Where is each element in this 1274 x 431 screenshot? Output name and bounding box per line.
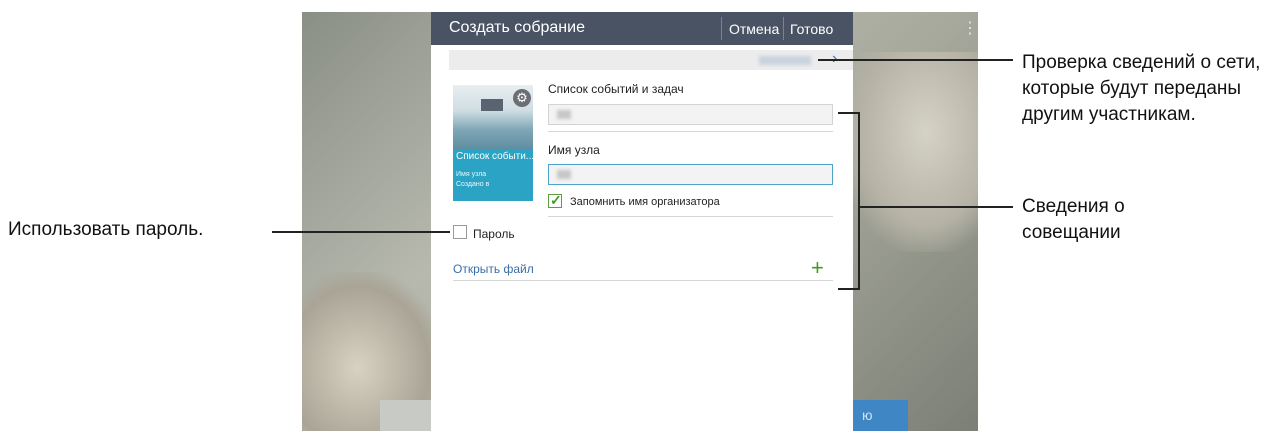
open-file-link[interactable]: Открыть файл (453, 262, 534, 276)
callout-line-password (272, 231, 450, 233)
divider (453, 280, 833, 281)
room-screen-shape (481, 99, 503, 111)
callout-network-text: Проверка сведений о сети, которые будут … (1022, 52, 1261, 125)
events-label: Список событий и задач (548, 82, 684, 96)
checkmark-icon: ✓ (550, 192, 562, 208)
host-name-label: Имя узла (548, 143, 600, 157)
done-button[interactable]: Готово (790, 21, 833, 37)
gear-icon[interactable]: ⚙ (513, 89, 531, 107)
thumbnail-title: Список событи... (456, 151, 533, 162)
remember-organizer-label: Запомнить имя организатора (570, 196, 720, 208)
network-name-blurred (759, 56, 811, 65)
thumbnail-host-label: Имя узла (456, 171, 487, 178)
events-value-blurred (557, 110, 571, 119)
overflow-menu-icon: ⋮ (962, 20, 978, 37)
callout-bracket-vertical (858, 112, 860, 290)
host-name-value-blurred (557, 170, 571, 179)
callout-bracket-top (838, 112, 860, 114)
callout-line-meeting (858, 206, 1013, 208)
meeting-thumbnail[interactable]: ⚙ Список событи... Имя узла Создано в (453, 85, 533, 201)
callout-password-text: Использовать пароль. (8, 219, 204, 240)
password-checkbox[interactable] (453, 225, 467, 239)
thumbnail-created-label: Создано в (456, 181, 490, 188)
cancel-button[interactable]: Отмена (729, 21, 779, 37)
callout-line-network (818, 59, 1013, 61)
thumbnail-info-panel: Список событи... Имя узла Создано в (453, 149, 533, 201)
add-file-plus-icon[interactable]: + (811, 255, 824, 281)
callout-bracket-bottom (838, 288, 860, 290)
dialog-title: Создать собрание (449, 19, 585, 36)
background-left-button (380, 400, 432, 431)
titlebar-divider (721, 17, 722, 40)
network-info-bar[interactable]: › (449, 50, 853, 70)
remember-organizer-checkbox[interactable]: ✓ (548, 192, 562, 208)
divider (548, 216, 833, 217)
create-meeting-dialog: Создать собрание Отмена Готово › ⚙ Списо… (431, 12, 853, 431)
callout-meeting-text: Сведения о совещании (1022, 196, 1125, 243)
divider (548, 131, 833, 132)
host-name-input[interactable] (548, 164, 833, 185)
password-label: Пароль (473, 227, 515, 241)
dialog-titlebar: Создать собрание Отмена Готово (431, 12, 853, 45)
background-person-image (842, 52, 978, 252)
titlebar-divider (783, 17, 784, 40)
events-input[interactable] (548, 104, 833, 125)
background-right-button-label: ю (862, 407, 873, 423)
